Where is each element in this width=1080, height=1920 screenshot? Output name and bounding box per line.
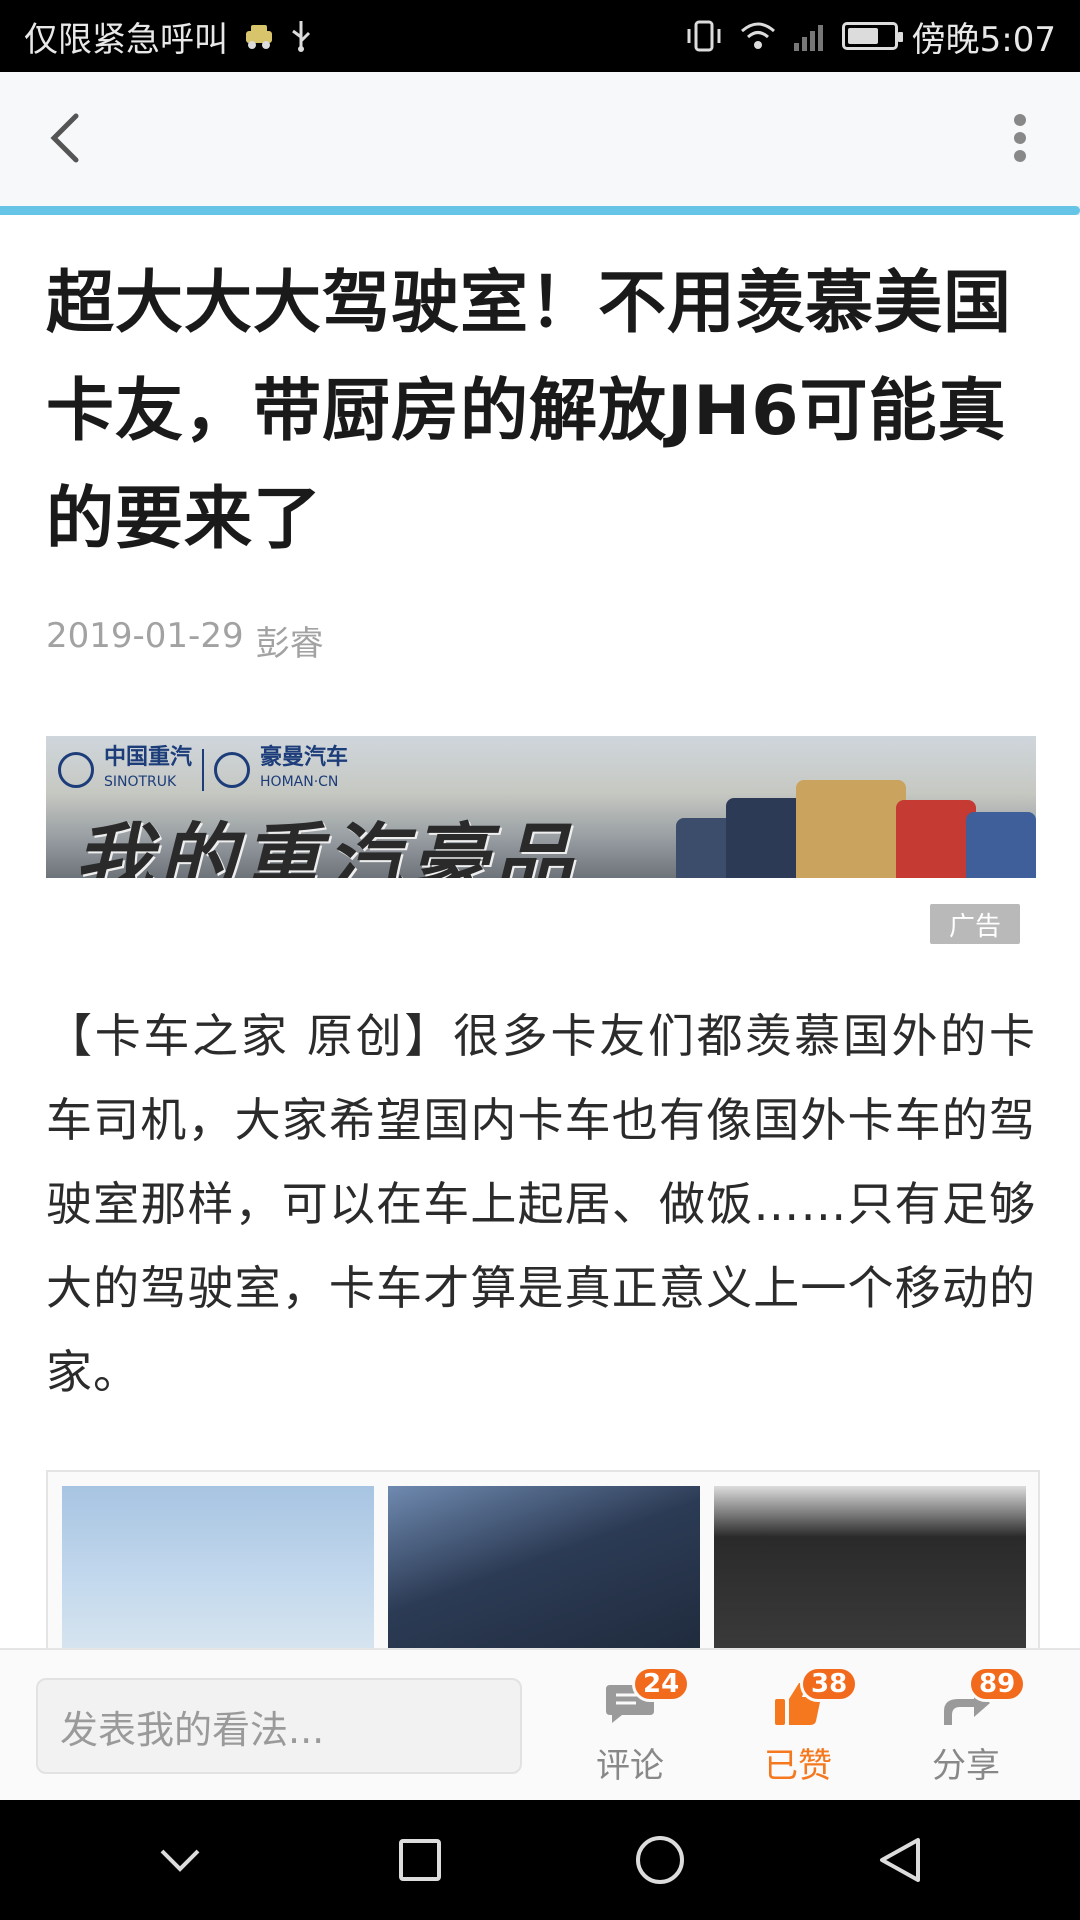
article-photo[interactable]: [714, 1486, 1026, 1650]
nav-recents-button[interactable]: [380, 1820, 460, 1900]
nav-collapse-button[interactable]: [140, 1820, 220, 1900]
homan-logo-icon: [214, 752, 251, 788]
carrier-text: 仅限紧急呼叫: [24, 19, 228, 60]
status-bar: 仅限紧急呼叫 傍晚5:07: [0, 0, 1080, 72]
ad-divider: [202, 749, 205, 791]
article-meta: 2019-01-29 彭睿: [46, 616, 324, 665]
sinotruk-logo-icon: [58, 752, 94, 788]
article-paragraph: 【卡车之家 原创】很多卡友们都羡慕国外的卡车司机，大家希望国内卡车也有像国外卡车…: [46, 1009, 1036, 1399]
comment-button[interactable]: 24 评论: [570, 1666, 691, 1786]
more-options-button[interactable]: [1000, 108, 1040, 168]
square-icon: [399, 1839, 441, 1881]
reading-progress-fill: [0, 206, 1080, 215]
taxi-icon: [242, 21, 276, 51]
ad-label-badge: 广告: [930, 904, 1020, 944]
ad-banner[interactable]: 中国重汽 SINOTRUK 豪曼汽车 HOMAN·CN 我的重汽豪品: [46, 736, 1036, 878]
top-app-bar: [0, 72, 1080, 206]
article-image-gallery[interactable]: [46, 1470, 1040, 1650]
article-author: 彭睿: [255, 624, 324, 664]
like-button[interactable]: 38 已赞: [738, 1666, 859, 1786]
circle-icon: [636, 1836, 684, 1884]
article-photo[interactable]: [388, 1486, 700, 1650]
ad-brand-b: 豪曼汽车 HOMAN·CN: [260, 745, 349, 791]
vibrate-icon: [684, 19, 724, 53]
system-nav-bar: [0, 1800, 1080, 1920]
wifi-icon: [738, 19, 778, 53]
nav-back-button[interactable]: [860, 1820, 940, 1900]
article-photo[interactable]: [62, 1486, 374, 1650]
ad-trucks-image: [656, 776, 1036, 878]
back-button[interactable]: [36, 108, 96, 168]
article-date: 2019-01-29: [46, 616, 244, 656]
like-count-badge: 38: [800, 1666, 859, 1702]
comment-input[interactable]: 发表我的看法...: [36, 1678, 522, 1774]
share-count-badge: 89: [968, 1666, 1027, 1702]
comment-count-badge: 24: [632, 1666, 691, 1702]
share-label: 分享: [932, 1746, 1000, 1786]
ad-brand-a: 中国重汽 SINOTRUK: [104, 745, 193, 791]
more-vertical-icon: [1014, 114, 1026, 162]
chevron-left-icon: [50, 113, 79, 163]
ad-logos: 中国重汽 SINOTRUK 豪曼汽车 HOMAN·CN: [58, 746, 348, 794]
like-label: 已赞: [764, 1746, 832, 1786]
reading-progress-bar: [0, 206, 1080, 215]
bottom-action-bar: 发表我的看法... 24 评论 38 已赞 89 分享: [0, 1648, 1080, 1800]
chevron-down-icon: [160, 1849, 200, 1872]
signal-icon: [792, 19, 828, 53]
ad-slogan: 我的重汽豪品: [74, 816, 579, 878]
clock-text: 傍晚5:07: [911, 19, 1056, 60]
battery-icon: [841, 22, 903, 50]
nav-home-button[interactable]: [620, 1820, 700, 1900]
triangle-back-icon: [880, 1838, 920, 1882]
comment-label: 评论: [596, 1746, 664, 1786]
article-title: 超大大大驾驶室！不用羡慕美国卡友，带厨房的解放JH6可能真的要来了: [46, 264, 1013, 559]
usb-icon: [290, 19, 312, 53]
share-button[interactable]: 89 分享: [906, 1666, 1027, 1786]
